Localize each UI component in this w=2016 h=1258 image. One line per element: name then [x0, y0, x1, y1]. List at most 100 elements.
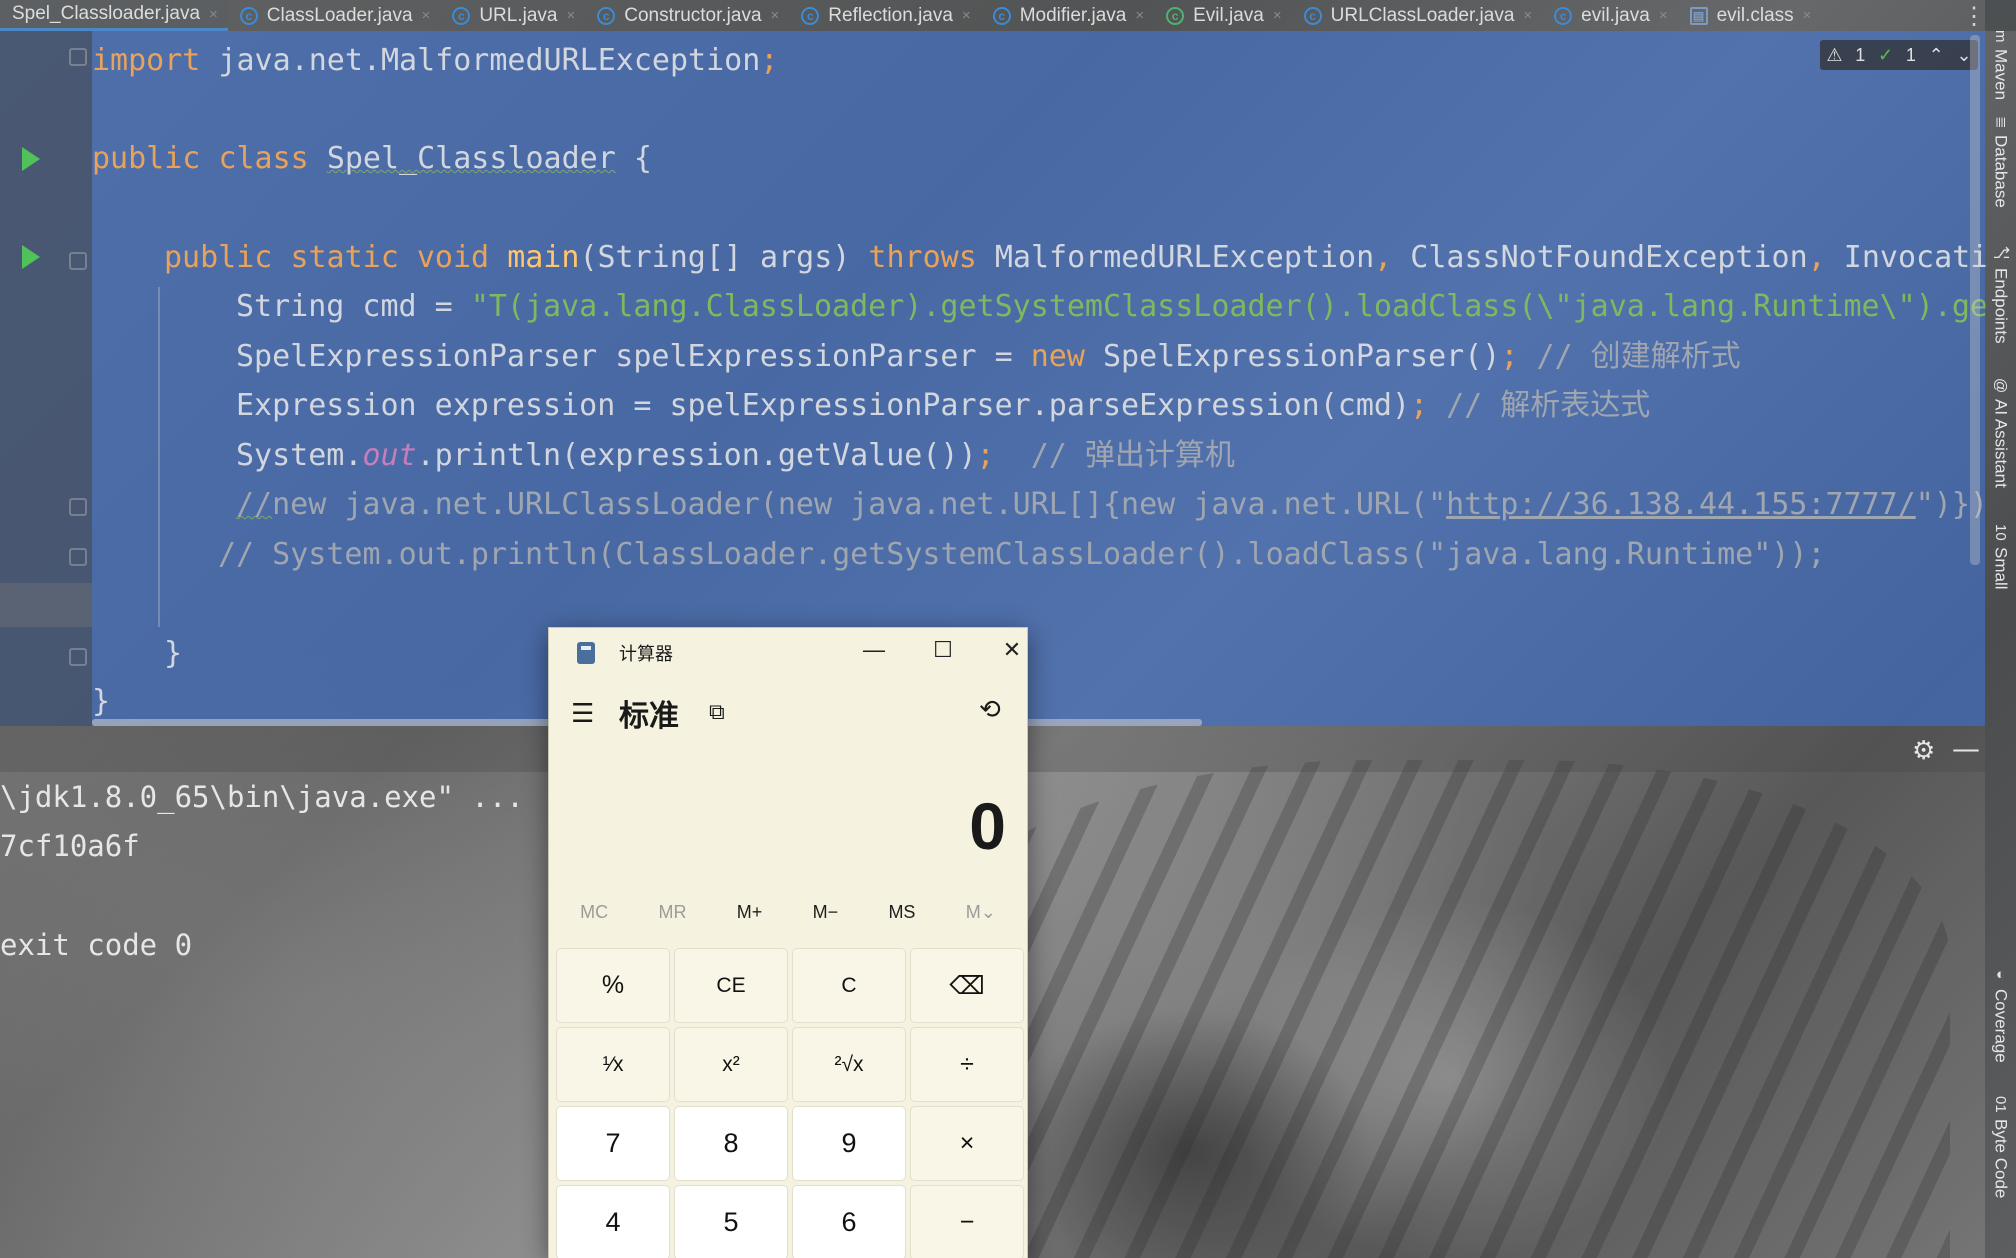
- tool-window-small[interactable]: 10 Small: [1987, 524, 2014, 589]
- memory-list-button[interactable]: M⌄: [966, 902, 996, 923]
- clear-button[interactable]: C: [792, 948, 906, 1023]
- close-icon[interactable]: ×: [566, 7, 575, 24]
- close-icon[interactable]: ×: [209, 6, 218, 23]
- fold-marker-icon[interactable]: [69, 252, 87, 270]
- close-icon[interactable]: ×: [1273, 7, 1282, 24]
- close-icon[interactable]: ×: [1135, 7, 1144, 24]
- memory-add-button[interactable]: M+: [737, 902, 763, 923]
- hamburger-menu-icon[interactable]: ☰: [571, 698, 594, 729]
- history-icon[interactable]: ⟲: [979, 694, 1001, 725]
- tab-evil-class[interactable]: ▤ evil.class ×: [1678, 0, 1822, 31]
- tab-label: Evil.java: [1193, 4, 1264, 26]
- tool-window-endpoints[interactable]: ⎇ Endpoints: [1987, 244, 2014, 344]
- code-line-cmd: String cmd = "T(java.lang.ClassLoader).g…: [236, 289, 1988, 324]
- tool-window-ai-assistant[interactable]: @ AI Assistant: [1987, 378, 2014, 488]
- close-icon[interactable]: ×: [1803, 7, 1812, 24]
- warning-icon: ⚠: [1826, 44, 1843, 65]
- code-line-close-method: }: [164, 636, 183, 671]
- close-icon[interactable]: ×: [771, 7, 780, 24]
- class-icon: c: [1303, 6, 1322, 25]
- weak-warning-count: 1: [1905, 44, 1916, 65]
- code-line-main-decl: public static void main(String[] args) t…: [164, 240, 1989, 275]
- memory-subtract-button[interactable]: M−: [813, 902, 839, 923]
- tab-label: Constructor.java: [624, 4, 762, 26]
- tab-label: ClassLoader.java: [266, 4, 413, 26]
- gear-icon[interactable]: ⚙: [1912, 736, 1935, 766]
- inspection-widget[interactable]: ⚠ 1 ✓ 1 ⌃ ⌄: [1820, 40, 1978, 70]
- close-button[interactable]: ✕: [992, 634, 1032, 666]
- vertical-scrollbar[interactable]: [1970, 35, 1980, 565]
- calculator-display: 0: [969, 789, 1007, 863]
- tab-label: Spel_Classloader.java: [12, 3, 201, 24]
- calculator-titlebar[interactable]: 计算器 — ☐ ✕: [549, 628, 1027, 672]
- digit-6-button[interactable]: 6: [792, 1185, 906, 1258]
- digit-5-button[interactable]: 5: [674, 1185, 788, 1258]
- backspace-button[interactable]: ⌫: [910, 948, 1024, 1023]
- tool-window-database[interactable]: ≣ Database: [1987, 116, 2014, 207]
- calculator-window: 计算器 — ☐ ✕ ☰ 标准 ⧉ ⟲ 0 MC MR M+ M− MS M⌄ %…: [548, 627, 1028, 1258]
- minimize-button[interactable]: —: [854, 634, 894, 666]
- multiply-button[interactable]: ×: [910, 1106, 1024, 1181]
- close-icon[interactable]: ×: [962, 7, 971, 24]
- divide-button[interactable]: ÷: [910, 1027, 1024, 1102]
- percent-button[interactable]: %: [556, 948, 670, 1023]
- bytecode-icon: 01: [1992, 1096, 2009, 1113]
- close-icon[interactable]: ×: [422, 7, 431, 24]
- run-class-icon[interactable]: [22, 147, 40, 171]
- chevron-up-icon[interactable]: ⌃: [1929, 45, 1944, 66]
- clear-entry-button[interactable]: CE: [674, 948, 788, 1023]
- digit-9-button[interactable]: 9: [792, 1106, 906, 1181]
- close-icon[interactable]: ×: [1659, 7, 1668, 24]
- right-tool-strip: m Maven ≣ Database ⎇ Endpoints @ AI Assi…: [1985, 0, 2016, 1258]
- run-main-icon[interactable]: [22, 245, 40, 269]
- tab-classloader[interactable]: c ClassLoader.java ×: [228, 0, 441, 31]
- tab-evil-lower[interactable]: c evil.java ×: [1542, 0, 1677, 31]
- gutter-caret-line: [0, 583, 92, 627]
- class-icon: c: [801, 6, 820, 25]
- tool-window-maven[interactable]: m Maven: [1987, 30, 2014, 100]
- tool-window-coverage[interactable]: ◐ Coverage: [1987, 966, 2014, 1063]
- tab-url[interactable]: c URL.java ×: [440, 0, 585, 31]
- shield-icon: ◐: [1992, 966, 2009, 983]
- reciprocal-button[interactable]: ¹⁄x: [556, 1027, 670, 1102]
- tab-constructor[interactable]: c Constructor.java ×: [585, 0, 789, 31]
- fold-marker-icon[interactable]: [69, 648, 87, 666]
- square-button[interactable]: x²: [674, 1027, 788, 1102]
- endpoints-icon: ⎇: [1992, 244, 2010, 262]
- fold-marker-icon[interactable]: [69, 498, 87, 516]
- square-root-button[interactable]: ²√x: [792, 1027, 906, 1102]
- warning-count: 1: [1855, 44, 1866, 65]
- tab-spel-classloader[interactable]: Spel_Classloader.java ×: [0, 0, 228, 31]
- fold-marker-icon[interactable]: [69, 48, 87, 66]
- memory-clear-button[interactable]: MC: [580, 902, 608, 923]
- subtract-button[interactable]: −: [910, 1185, 1024, 1258]
- tab-label: URLClassLoader.java: [1330, 4, 1515, 26]
- digit-4-button[interactable]: 4: [556, 1185, 670, 1258]
- window-title: 计算器: [619, 644, 673, 664]
- memory-recall-button[interactable]: MR: [658, 902, 686, 923]
- minimize-panel-icon[interactable]: —: [1952, 732, 1980, 765]
- tab-reflection[interactable]: c Reflection.java ×: [789, 0, 980, 31]
- tab-modifier[interactable]: c Modifier.java ×: [981, 0, 1154, 31]
- tab-label: Reflection.java: [828, 4, 953, 26]
- maximize-button[interactable]: ☐: [923, 634, 963, 666]
- tool-window-byte-code[interactable]: 01 Byte Code: [1987, 1096, 2014, 1198]
- tool-window-label: Coverage: [1991, 989, 2011, 1063]
- memory-row: MC MR M+ M− MS M⌄: [555, 892, 1021, 932]
- tab-label: Modifier.java: [1019, 4, 1127, 26]
- digit-7-button[interactable]: 7: [556, 1106, 670, 1181]
- tab-evil[interactable]: c Evil.java ×: [1154, 0, 1292, 31]
- tab-urlclassloader[interactable]: c URLClassLoader.java ×: [1292, 0, 1543, 31]
- memory-store-button[interactable]: MS: [888, 902, 915, 923]
- tool-window-label: AI Assistant: [1991, 399, 2011, 489]
- tool-window-label: Endpoints: [1991, 268, 2011, 344]
- close-icon[interactable]: ×: [1523, 7, 1532, 24]
- more-tabs-icon[interactable]: ⋮: [1962, 2, 1986, 31]
- fold-marker-icon[interactable]: [69, 548, 87, 566]
- code-line-println: System.out.println(expression.getValue()…: [236, 438, 1235, 473]
- tool-window-label: Byte Code: [1991, 1118, 2011, 1199]
- bytecode-file-icon: ▤: [1689, 6, 1708, 25]
- keep-on-top-icon[interactable]: ⧉: [709, 699, 725, 725]
- digit-8-button[interactable]: 8: [674, 1106, 788, 1181]
- code-line-comment-println: // System.out.println(ClassLoader.getSys…: [218, 537, 1826, 572]
